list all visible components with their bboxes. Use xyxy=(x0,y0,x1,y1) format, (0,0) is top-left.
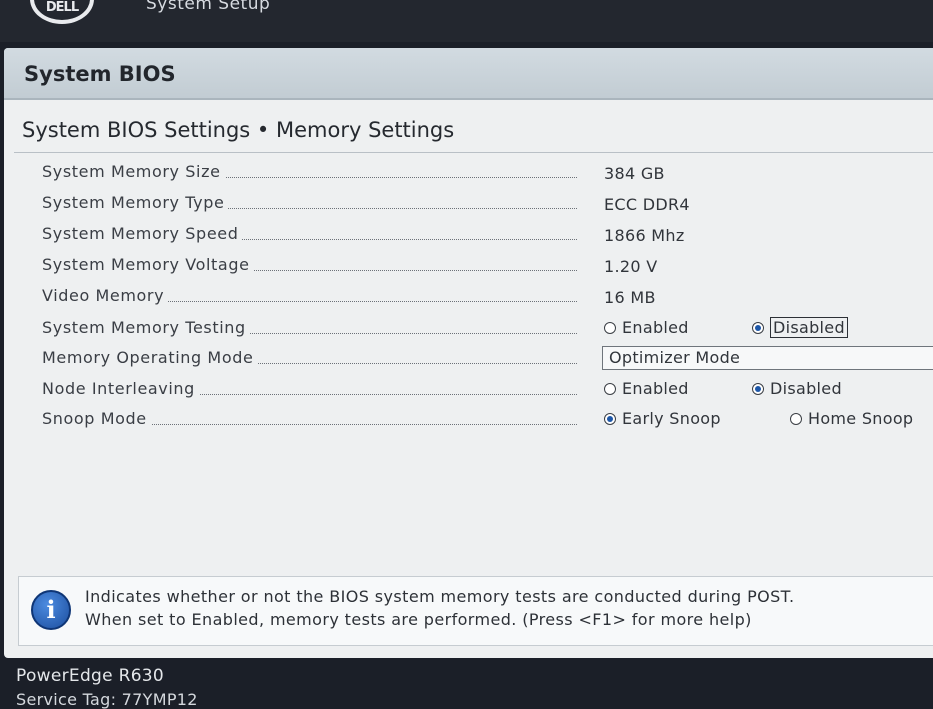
setting-label: Video Memory xyxy=(42,286,169,305)
radio-node-interleaving-disabled[interactable]: Disabled xyxy=(752,379,842,398)
radio-snoop-mode-early[interactable]: Early Snoop xyxy=(604,409,721,428)
bios-panel: System BIOS System BIOS Settings • Memor… xyxy=(4,48,933,658)
radio-snoop-mode-home[interactable]: Home Snoop xyxy=(790,409,913,428)
setting-label: System Memory Size xyxy=(42,162,225,181)
help-text: Indicates whether or not the BIOS system… xyxy=(85,585,794,631)
setting-row-snoop-mode: Snoop Mode Early Snoop Home Snoop xyxy=(4,409,933,433)
radio-label: Disabled xyxy=(770,379,842,398)
select-value: Optimizer Mode xyxy=(609,348,741,367)
setting-label: Memory Operating Mode xyxy=(42,348,258,367)
setting-value: 1866 Mhz xyxy=(604,226,685,245)
setting-label: System Memory Type xyxy=(42,193,229,212)
radio-label-focused: Disabled xyxy=(770,317,848,338)
radio-label: Home Snoop xyxy=(808,409,914,428)
setting-row-node-interleaving: Node Interleaving Enabled Disabled xyxy=(4,379,933,403)
dell-logo: DELL xyxy=(30,0,94,24)
setting-label: System Memory Speed xyxy=(42,224,243,243)
setting-row-memory-operating-mode: Memory Operating Mode Optimizer Mode xyxy=(4,346,933,372)
radio-unchecked-icon xyxy=(604,382,616,395)
setting-row-system-memory-testing: System Memory Testing Enabled Disabled xyxy=(4,317,933,342)
setting-row-system-memory-speed: System Memory Speed 1866 Mhz xyxy=(4,224,933,248)
setting-label: Node Interleaving xyxy=(42,379,199,398)
section-title: System BIOS Settings • Memory Settings xyxy=(22,118,455,142)
setting-row-video-memory: Video Memory 16 MB xyxy=(4,286,933,310)
info-icon: i xyxy=(31,590,71,630)
radio-checked-icon xyxy=(604,412,616,425)
radio-node-interleaving-enabled[interactable]: Enabled xyxy=(604,379,689,398)
radio-checked-icon xyxy=(752,382,764,395)
setting-row-system-memory-type: System Memory Type ECC DDR4 xyxy=(4,193,933,217)
memory-operating-mode-select[interactable]: Optimizer Mode xyxy=(602,346,933,370)
radio-label: Early Snoop xyxy=(622,409,721,428)
setting-label: System Memory Testing xyxy=(42,318,250,337)
dell-logo-text: DELL xyxy=(45,0,79,15)
help-line-1: Indicates whether or not the BIOS system… xyxy=(85,587,795,606)
radio-memory-testing-enabled[interactable]: Enabled xyxy=(604,318,689,337)
panel-title: System BIOS xyxy=(24,62,176,86)
setting-value: ECC DDR4 xyxy=(604,195,690,214)
radio-label: Enabled xyxy=(622,379,689,398)
setting-label: System Memory Voltage xyxy=(42,255,254,274)
radio-unchecked-icon xyxy=(790,412,802,425)
footer-model: PowerEdge R630 xyxy=(16,666,165,686)
radio-checked-icon xyxy=(752,321,764,334)
app-title: System Setup xyxy=(146,0,271,14)
radio-unchecked-icon xyxy=(604,321,616,334)
radio-label: Enabled xyxy=(622,318,689,337)
setting-row-system-memory-voltage: System Memory Voltage 1.20 V xyxy=(4,255,933,279)
section-divider xyxy=(14,152,933,153)
setting-label: Snoop Mode xyxy=(42,409,151,428)
radio-memory-testing-disabled[interactable]: Disabled xyxy=(752,317,848,338)
setting-value: 1.20 V xyxy=(604,257,658,276)
help-line-2: When set to Enabled, memory tests are pe… xyxy=(85,610,752,629)
setting-value: 16 MB xyxy=(604,288,656,307)
top-bar: DELL System Setup xyxy=(0,0,933,42)
panel-header: System BIOS xyxy=(4,48,933,100)
setting-value: 384 GB xyxy=(604,164,665,183)
help-panel: i Indicates whether or not the BIOS syst… xyxy=(18,576,933,646)
setting-row-system-memory-size: System Memory Size 384 GB xyxy=(4,162,933,186)
